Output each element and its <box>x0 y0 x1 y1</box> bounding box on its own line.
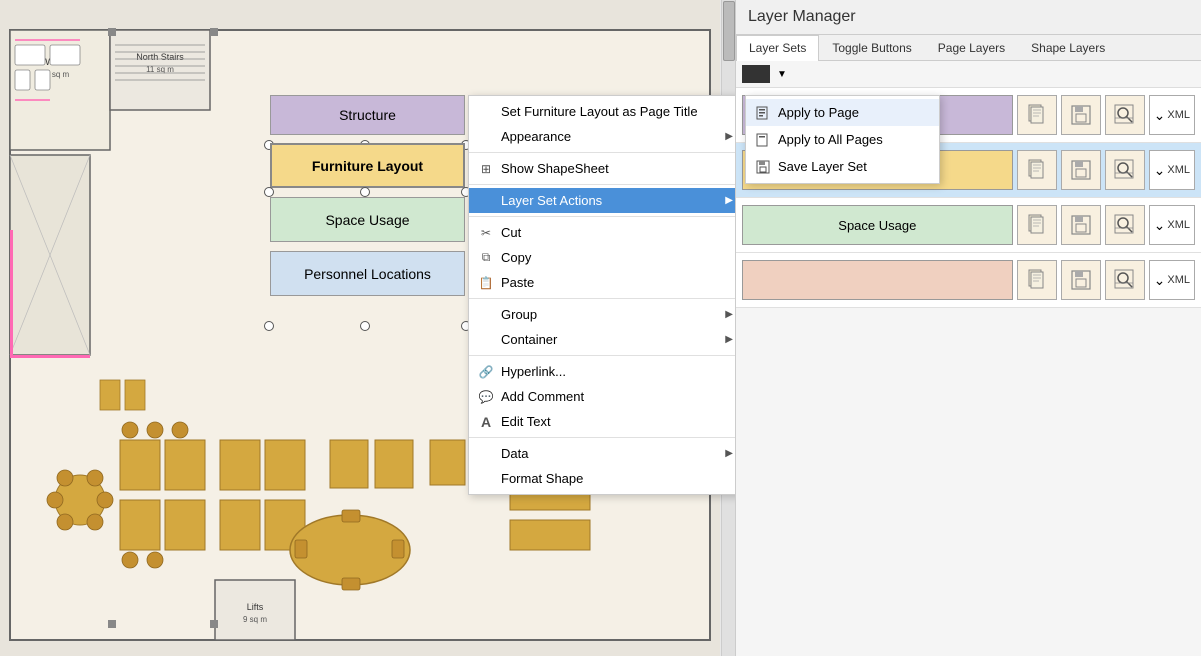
structure-xml-dropdown[interactable]: ⌄ XML <box>1149 95 1195 135</box>
tab-page-layers[interactable]: Page Layers <box>925 35 1018 60</box>
selection-handle-bm[interactable] <box>360 321 370 331</box>
space-layer-btn[interactable]: Space Usage <box>742 205 1013 245</box>
shapesheet-icon: ⊞ <box>477 160 495 178</box>
personnel-pages-btn[interactable] <box>1017 260 1057 300</box>
svg-text:9 sq m: 9 sq m <box>243 615 267 624</box>
svg-text:Lifts: Lifts <box>247 602 264 612</box>
ctx-copy[interactable]: ⧉ Copy <box>469 245 735 270</box>
ctx-container[interactable]: Container ▶ <box>469 327 735 352</box>
shape-selection-wrapper: Structure Furniture Layout Space Usage P… <box>270 95 465 325</box>
layer-manager-title: Layer Manager <box>736 0 1201 35</box>
new-layer-btn[interactable] <box>742 65 770 83</box>
personnel-xml-area: ⌄ XML <box>1149 260 1195 300</box>
tab-layer-sets[interactable]: Layer Sets <box>736 35 819 61</box>
furniture-save-btn[interactable] <box>1061 150 1101 190</box>
canvas-area: WCs 29 sq m North Stairs 11 sq m <box>0 0 735 656</box>
ctx-cut[interactable]: ✂ Cut <box>469 220 735 245</box>
space-save-btn[interactable] <box>1061 205 1101 245</box>
selection-handle-ml[interactable] <box>264 187 274 197</box>
layer-manager-toolbar: ▼ <box>736 61 1201 88</box>
submenu-save-layer-set[interactable]: Save Layer Set <box>746 153 939 180</box>
ctx-sep-2 <box>469 184 735 185</box>
ctx-data[interactable]: Data ▶ <box>469 441 735 466</box>
data-arrow: ▶ <box>725 448 733 459</box>
paste-icon: 📋 <box>477 274 495 292</box>
apply-page-icon <box>754 104 772 122</box>
tab-toggle-buttons[interactable]: Toggle Buttons <box>819 35 924 60</box>
appearance-icon <box>477 128 495 146</box>
ctx-set-title[interactable]: Set Furniture Layout as Page Title <box>469 99 735 124</box>
format-shape-icon <box>477 470 495 488</box>
structure-pages-btn[interactable] <box>1017 95 1057 135</box>
space-pages-btn[interactable] <box>1017 205 1057 245</box>
personnel-search-btn[interactable] <box>1105 260 1145 300</box>
structure-shape[interactable]: Structure <box>270 95 465 135</box>
cut-icon: ✂ <box>477 224 495 242</box>
hyperlink-icon: 🔗 <box>477 363 495 381</box>
save-layer-icon <box>754 158 772 176</box>
selection-handle-mm[interactable] <box>360 187 370 197</box>
ctx-layer-set-actions[interactable]: Layer Set Actions ▶ <box>469 188 735 213</box>
ctx-shapesheet[interactable]: ⊞ Show ShapeSheet <box>469 156 735 181</box>
space-search-btn[interactable] <box>1105 205 1145 245</box>
container-icon <box>477 331 495 349</box>
set-title-icon <box>477 103 495 121</box>
edit-text-icon: A <box>477 413 495 431</box>
context-menu: Set Furniture Layout as Page Title Appea… <box>468 95 735 495</box>
toolbar-dropdown-btn[interactable]: ▼ <box>774 66 790 82</box>
furniture-shape[interactable]: Furniture Layout <box>270 143 465 188</box>
space-xml-area: ⌄ XML <box>1149 205 1195 245</box>
apply-all-icon <box>754 131 772 149</box>
submenu-apply-all-pages[interactable]: Apply to All Pages <box>746 126 939 153</box>
selection-handle-bl[interactable] <box>264 321 274 331</box>
ctx-paste[interactable]: 📋 Paste <box>469 270 735 295</box>
structure-xml-area: ⌄ XML <box>1149 95 1195 135</box>
furniture-search-btn[interactable] <box>1105 150 1145 190</box>
ctx-sep-4 <box>469 298 735 299</box>
group-icon <box>477 306 495 324</box>
ctx-add-comment[interactable]: 💬 Add Comment <box>469 384 735 409</box>
ctx-appearance[interactable]: Appearance ▶ <box>469 124 735 149</box>
svg-text:North Stairs: North Stairs <box>136 52 184 62</box>
ctx-sep-3 <box>469 216 735 217</box>
layer-row-space: Space Usage ⌄ XML <box>736 198 1201 253</box>
layer-actions-submenu: Apply to Page Apply to All Pages Save La… <box>745 95 940 184</box>
structure-search-btn[interactable] <box>1105 95 1145 135</box>
personnel-shape[interactable]: Personnel Locations <box>270 251 465 296</box>
ctx-format-shape[interactable]: Format Shape <box>469 466 735 491</box>
ctx-hyperlink[interactable]: 🔗 Hyperlink... <box>469 359 735 384</box>
furniture-pages-btn[interactable] <box>1017 150 1057 190</box>
scrollbar-thumb[interactable] <box>723 1 735 61</box>
appearance-arrow: ▶ <box>725 131 733 142</box>
ctx-sep-1 <box>469 152 735 153</box>
personnel-layer-btn[interactable] <box>742 260 1013 300</box>
ctx-sep-6 <box>469 437 735 438</box>
group-arrow: ▶ <box>725 309 733 320</box>
add-comment-icon: 💬 <box>477 388 495 406</box>
structure-save-btn[interactable] <box>1061 95 1101 135</box>
layer-row-personnel: ⌄ XML <box>736 253 1201 308</box>
personnel-save-btn[interactable] <box>1061 260 1101 300</box>
personnel-xml-dropdown[interactable]: ⌄ XML <box>1149 260 1195 300</box>
container-arrow: ▶ <box>725 334 733 345</box>
space-shape[interactable]: Space Usage <box>270 197 465 242</box>
ctx-sep-5 <box>469 355 735 356</box>
submenu-apply-to-page[interactable]: Apply to Page <box>746 99 939 126</box>
space-xml-dropdown[interactable]: ⌄ XML <box>1149 205 1195 245</box>
furniture-xml-dropdown[interactable]: ⌄ XML <box>1149 150 1195 190</box>
ctx-group[interactable]: Group ▶ <box>469 302 735 327</box>
furniture-xml-area: ⌄ XML <box>1149 150 1195 190</box>
copy-icon: ⧉ <box>477 249 495 267</box>
ctx-edit-text[interactable]: A Edit Text <box>469 409 735 434</box>
layer-actions-arrow: ▶ <box>725 195 733 206</box>
tab-shape-layers[interactable]: Shape Layers <box>1018 35 1118 60</box>
layer-actions-icon <box>477 192 495 210</box>
data-icon <box>477 445 495 463</box>
layer-manager-tabs: Layer Sets Toggle Buttons Page Layers Sh… <box>736 35 1201 61</box>
